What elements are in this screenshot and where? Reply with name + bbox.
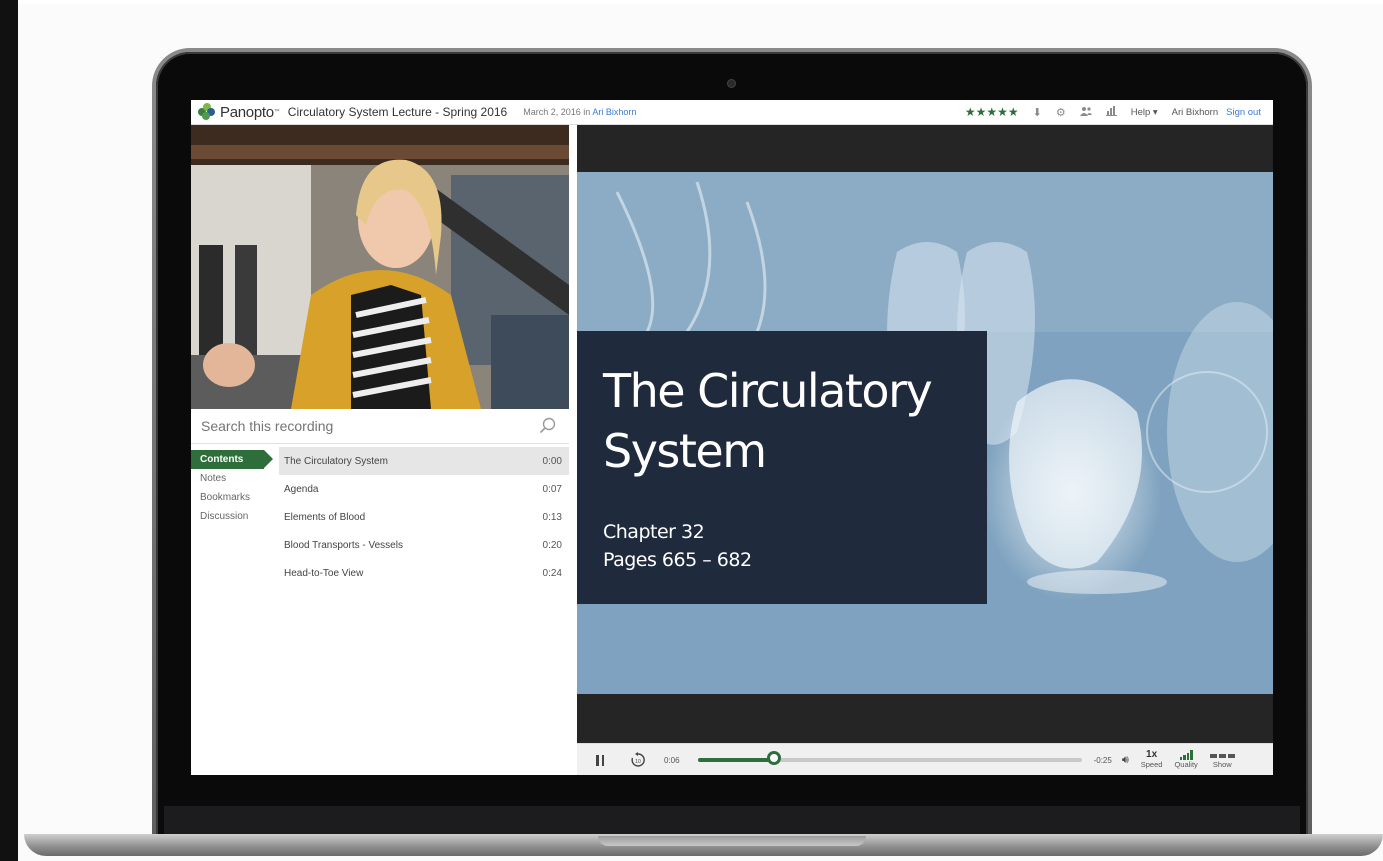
contents-row-title: The Circulatory System	[284, 455, 388, 467]
time-elapsed: 0:06	[664, 755, 680, 765]
nav-bookmarks[interactable]: Bookmarks	[191, 488, 275, 507]
search-icon[interactable]	[539, 417, 557, 435]
panopto-logo[interactable]: Panopto ™	[198, 103, 280, 121]
recording-in: in	[583, 107, 591, 117]
contents-row-time: 0:20	[542, 539, 562, 551]
nav-notes[interactable]: Notes	[191, 469, 275, 488]
slide-title: The Circulatory System	[603, 364, 933, 478]
laptop-notch	[598, 836, 866, 846]
rewind-10-icon[interactable]: 10	[630, 752, 646, 768]
contents-row-time: 0:07	[542, 483, 562, 495]
show-button[interactable]: Show	[1209, 751, 1235, 770]
contents-row[interactable]: Agenda 0:07	[279, 475, 569, 503]
nav-discussion[interactable]: Discussion	[191, 507, 275, 526]
search-bar	[191, 409, 569, 444]
time-remaining: -0:25	[1093, 755, 1112, 765]
slide-title-card: The Circulatory System Chapter 32 Pages …	[577, 331, 987, 604]
quality-label: Quality	[1174, 760, 1198, 769]
recording-date-line: March 2, 2016 in Ari Bixhorn	[523, 107, 636, 117]
contents-row[interactable]: Elements of Blood 0:13	[279, 503, 569, 531]
left-edge-bar	[0, 0, 18, 861]
contents-row[interactable]: Head-to-Toe View 0:24	[279, 559, 569, 587]
nav-contents[interactable]: Contents	[191, 450, 273, 469]
recording-date: March 2, 2016	[523, 107, 581, 117]
brand-trademark: ™	[273, 109, 280, 115]
slide-pages: Pages 665 – 682	[603, 549, 752, 571]
speed-label: Speed	[1140, 760, 1163, 769]
rating-stars[interactable]: ★★★★★	[965, 105, 1019, 119]
slide-subtitle: Chapter 32 Pages 665 – 682	[603, 518, 752, 574]
contents-list: The Circulatory System 0:00 Agenda 0:07 …	[279, 447, 569, 587]
presenter-video-frame	[191, 125, 569, 409]
quality-icon	[1179, 750, 1193, 760]
download-icon[interactable]: ⬇	[1033, 106, 1042, 119]
panopto-logo-icon	[198, 103, 216, 121]
presenter-video[interactable]	[191, 125, 569, 409]
recording-title: Circulatory System Lecture - Spring 2016	[287, 105, 508, 119]
seek-bar[interactable]	[697, 751, 1082, 765]
top-bar-actions: ★★★★★ ⬇ ⚙ Help ▾ Ari Bixhorn Sign out	[965, 105, 1261, 119]
gear-icon[interactable]: ⚙	[1056, 106, 1066, 119]
playback-controls: 10 0:06 -0:25 🔊︎ 1x Speed Quality Show	[577, 743, 1273, 775]
contents-row-time: 0:00	[542, 455, 562, 467]
side-nav: Contents Notes Bookmarks Discussion	[191, 450, 275, 526]
top-bar: Panopto ™ Circulatory System Lecture - Sp…	[191, 100, 1273, 125]
laptop-chin	[164, 806, 1300, 836]
users-icon[interactable]	[1079, 106, 1092, 119]
show-icon	[1209, 753, 1235, 758]
sign-out-link[interactable]: Sign out	[1226, 107, 1261, 118]
seek-bar-progress	[697, 758, 775, 762]
pause-icon[interactable]	[596, 754, 604, 766]
speed-button[interactable]: 1x Speed	[1141, 750, 1163, 770]
stats-icon[interactable]	[1105, 105, 1117, 119]
help-menu[interactable]: Help ▾	[1131, 107, 1158, 118]
search-input[interactable]	[199, 417, 533, 435]
contents-row-title: Blood Transports - Vessels	[284, 539, 403, 551]
slide-chapter: Chapter 32	[603, 521, 705, 543]
user-name: Ari Bixhorn	[1171, 106, 1219, 118]
contents-row[interactable]: Blood Transports - Vessels 0:20	[279, 531, 569, 559]
quality-button[interactable]: Quality	[1174, 750, 1198, 770]
contents-row-title: Head-to-Toe View	[284, 567, 364, 579]
svg-text:10: 10	[635, 759, 641, 765]
volume-icon[interactable]: 🔊︎	[1122, 754, 1129, 767]
contents-row[interactable]: The Circulatory System 0:00	[279, 447, 569, 475]
seek-bar-handle[interactable]	[767, 751, 782, 765]
contents-row-title: Elements of Blood	[284, 511, 366, 523]
contents-row-time: 0:13	[542, 511, 562, 523]
laptop-camera	[728, 80, 735, 87]
panopto-viewer: Panopto ™ Circulatory System Lecture - Sp…	[191, 100, 1273, 775]
show-label: Show	[1212, 759, 1232, 769]
contents-row-time: 0:24	[542, 567, 562, 579]
brand-name: Panopto	[220, 103, 274, 121]
contents-row-title: Agenda	[284, 483, 319, 495]
speed-value: 1x	[1146, 749, 1158, 760]
recording-author-link[interactable]: Ari Bixhorn	[592, 107, 636, 117]
slide-view[interactable]: The Circulatory System Chapter 32 Pages …	[577, 172, 1273, 694]
